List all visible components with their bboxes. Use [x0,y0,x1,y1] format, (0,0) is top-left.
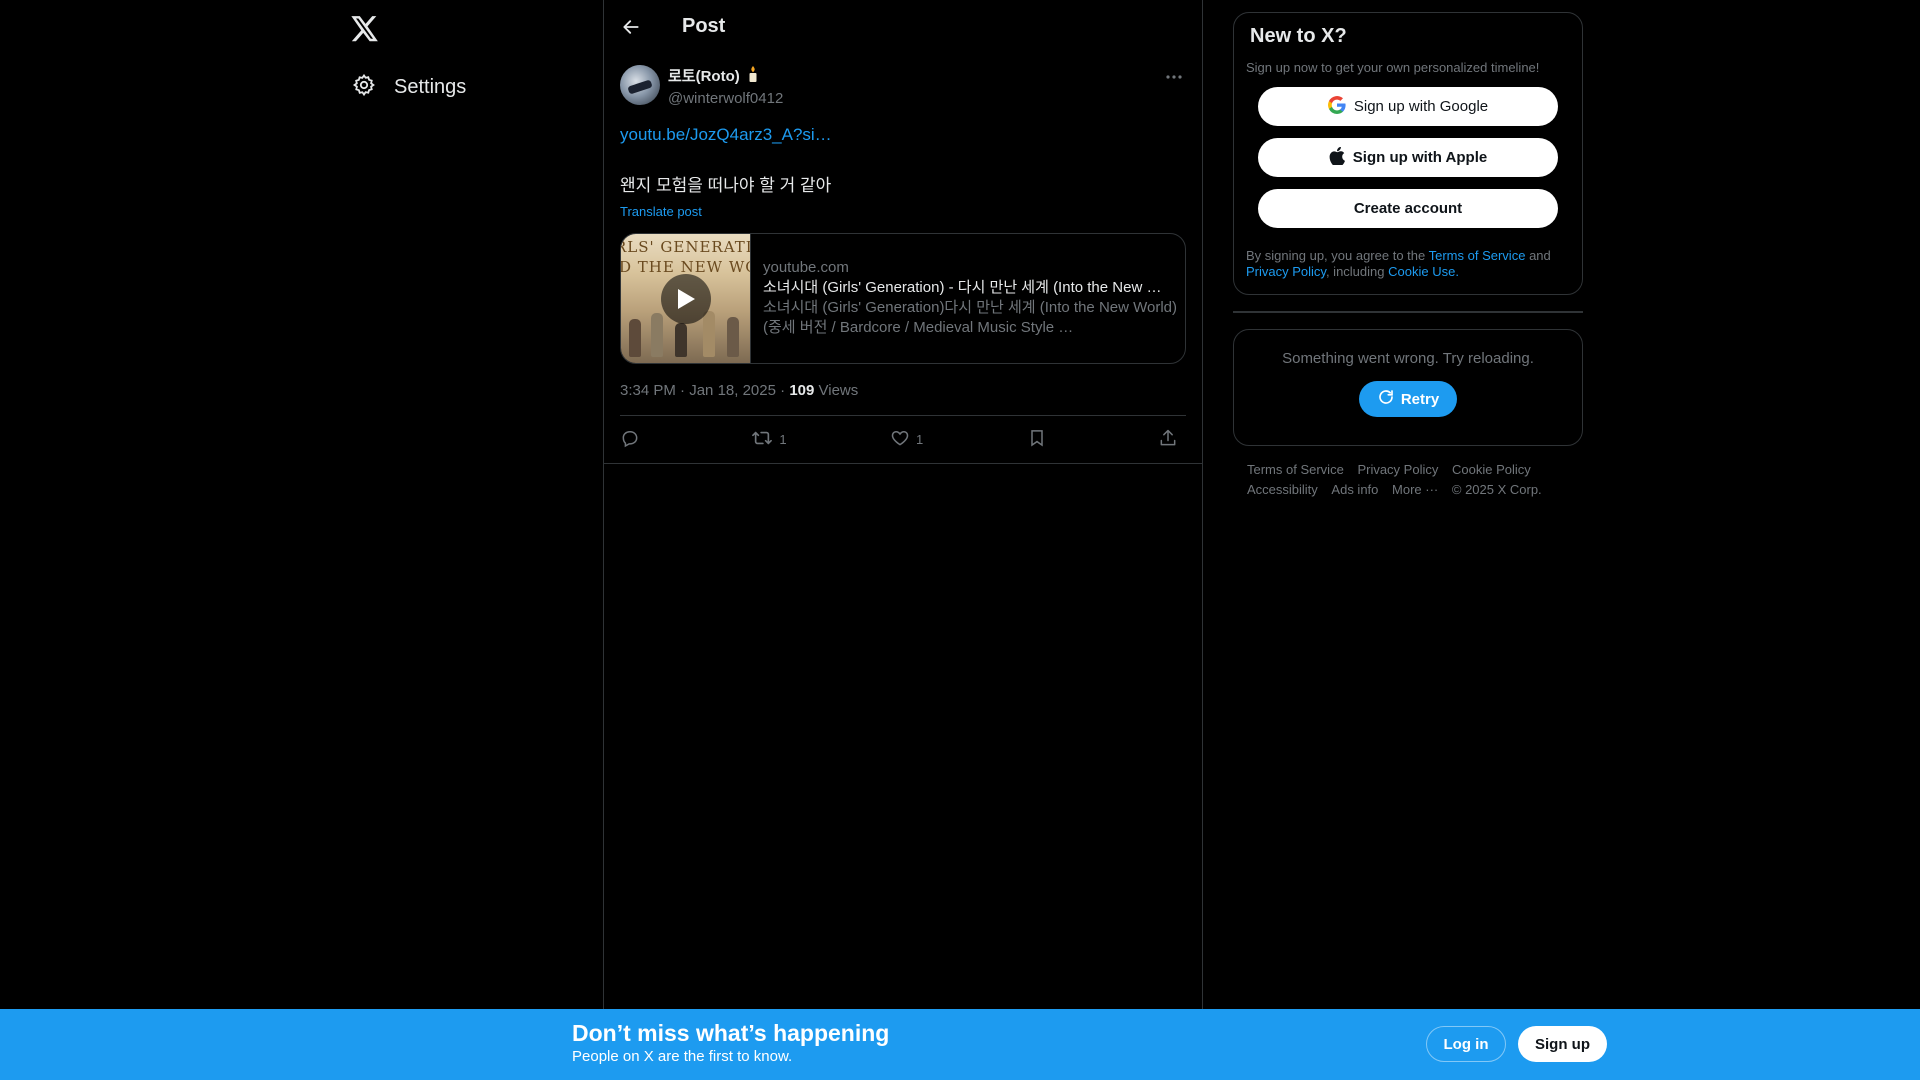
page-title: Post [682,15,726,37]
footer-links: Terms of Service Privacy Policy Cookie P… [1233,460,1583,500]
signup-terms: By signing up, you agree to the Terms of… [1246,248,1570,280]
divider [1233,311,1583,313]
author-handle[interactable]: @winterwolf0412 [668,89,783,109]
share-button[interactable] [1158,428,1186,451]
right-sidebar: New to X? Sign up now to get your own pe… [1233,12,1583,500]
views-label: Views [818,382,859,399]
footer-ads-info-link[interactable]: Ads info [1331,480,1378,500]
footer-accessibility-link[interactable]: Accessibility [1247,480,1318,500]
bottom-bar-subtitle: People on X are the first to know. [572,1048,793,1065]
author-display-name[interactable]: 로토(Roto) [668,65,783,89]
meta-separator: · [680,382,686,399]
privacy-policy-link[interactable]: Privacy Policy [1246,264,1326,279]
thumbnail-figure [651,313,663,357]
thumbnail-figure [703,311,715,357]
post: 로토(Roto) @winterwolf0412 youtu.be/JozQ4a… [604,53,1202,464]
thumbnail-banner-text: RLS' GENERATIO [621,238,750,256]
post-date[interactable]: Jan 18, 2025 [689,382,776,399]
bottom-signup-bar: Don’t miss what’s happening People on X … [0,1009,1920,1080]
terms-prefix: By signing up, you agree to the [1246,248,1426,263]
avatar[interactable] [620,65,660,105]
thumbnail-figure [675,323,687,357]
repost-button[interactable]: 1 [751,428,787,451]
like-button[interactable]: 1 [890,428,923,451]
terms-of-service-link[interactable]: Terms of Service [1429,248,1526,263]
signup-google-button[interactable]: Sign up with Google [1258,87,1558,126]
repost-count: 1 [779,432,787,447]
back-arrow-icon[interactable] [614,10,648,44]
post-time[interactable]: 3:34 PM [620,382,676,399]
left-nav: Settings [336,0,602,1080]
refresh-icon [1377,388,1395,410]
post-header: Post [604,0,1202,53]
card-body: youtube.com 소녀시대 (Girls' Generation) - 다… [751,234,1185,363]
link-preview-card[interactable]: RLS' GENERATIO D THE NEW WO youtube.com … [620,233,1186,364]
bottom-bar-text: Don’t miss what’s happening People on X … [572,1019,889,1067]
display-name-text: 로토(Roto) [668,68,740,85]
signup-google-label: Sign up with Google [1353,98,1489,115]
repost-icon [751,428,773,451]
signup-title: New to X? [1250,25,1347,47]
terms-including: , including [1325,264,1385,279]
nav-settings-label: Settings [394,75,467,98]
bookmark-button[interactable] [1027,428,1055,451]
card-domain: youtube.com [763,259,849,276]
thumbnail-figure [629,319,641,357]
gear-icon [352,73,376,102]
post-text: 왠지 모험을 떠나야 할 거 같아 [620,176,832,195]
retry-button[interactable]: Retry [1358,381,1458,417]
nav-settings[interactable]: Settings [346,66,472,108]
google-icon [1327,95,1346,118]
like-count: 1 [915,432,924,447]
translate-post-link[interactable]: Translate post [620,204,702,219]
signup-box: New to X? Sign up now to get your own pe… [1233,12,1583,295]
author-names: 로토(Roto) @winterwolf0412 [668,65,783,109]
create-account-button[interactable]: Create account [1258,189,1558,228]
play-icon[interactable] [661,274,711,324]
footer-more-link[interactable]: More ··· [1392,480,1438,500]
video-thumbnail[interactable]: RLS' GENERATIO D THE NEW WO [621,234,751,363]
footer-privacy-link[interactable]: Privacy Policy [1357,460,1438,480]
more-options-icon[interactable] [1162,67,1186,87]
card-title: 소녀시대 (Girls' Generation) - 다시 만난 세계 (Int… [763,279,1162,296]
reply-button[interactable] [620,428,648,451]
thumbnail-figure [727,317,739,357]
footer-terms-link[interactable]: Terms of Service [1247,460,1344,480]
signup-button[interactable]: Sign up [1518,1026,1607,1062]
reply-icon [620,428,640,451]
cookie-use-link[interactable]: Cookie Use. [1388,264,1459,279]
meta-separator: · [780,382,786,399]
terms-and: and [1529,248,1551,263]
post-actions: 1 1 [604,416,1202,464]
footer-copyright: © 2025 X Corp. [1451,482,1542,497]
x-logo-icon[interactable] [348,12,382,46]
signup-subtitle: Sign up now to get your own personalized… [1246,60,1540,75]
signup-apple-label: Sign up with Apple [1352,149,1488,166]
footer-cookie-link[interactable]: Cookie Policy [1452,460,1531,480]
main-column: Post 로토(Roto) @winterwolf0412 youtu.be/J… [603,0,1203,1010]
bottom-bar-title: Don’t miss what’s happening [572,1020,890,1046]
page: Settings Post 로토(Roto) @winterwolf0412 y… [0,0,1920,1080]
post-link[interactable]: youtu.be/JozQ4arz3_A?si… [620,125,1186,145]
post-meta: 3:34 PM · Jan 18, 2025 · 109 Views [620,382,1186,416]
retry-label: Retry [1400,390,1440,408]
bookmark-icon [1027,428,1047,451]
signup-apple-button[interactable]: Sign up with Apple [1258,138,1558,177]
post-author-row: 로토(Roto) @winterwolf0412 [620,65,1186,109]
apple-icon [1329,146,1345,169]
share-icon [1158,428,1178,451]
heart-icon [890,428,910,451]
card-description: 소녀시대 (Girls' Generation)다시 만난 세계 (Into t… [763,299,1178,336]
views-count: 109 [789,382,815,399]
error-box: Something went wrong. Try reloading. Ret… [1233,329,1583,446]
error-message: Something went wrong. Try reloading. [1282,350,1534,367]
login-button[interactable]: Log in [1426,1026,1506,1062]
candle-emoji-icon [746,65,760,89]
